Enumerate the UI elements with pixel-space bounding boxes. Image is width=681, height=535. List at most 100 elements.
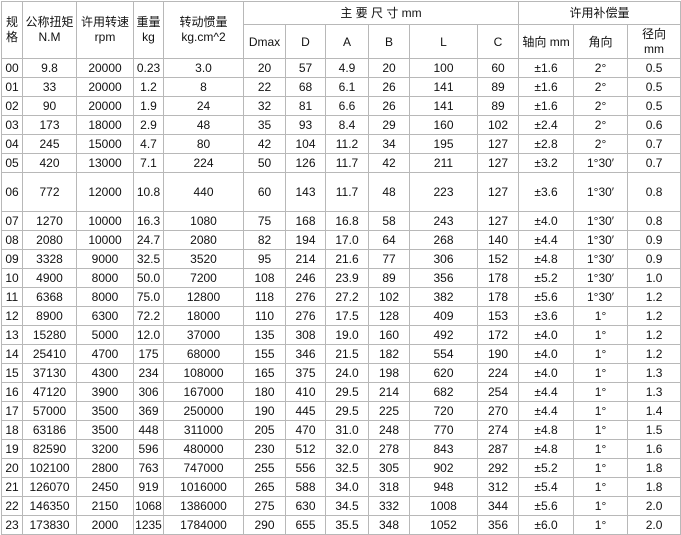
cell-dmax: 290 bbox=[243, 515, 286, 535]
cell-id: 08 bbox=[1, 230, 23, 250]
cell-speed: 4700 bbox=[76, 344, 134, 364]
cell-speed: 12000 bbox=[76, 172, 134, 212]
cell-dmax: 42 bbox=[243, 134, 286, 154]
cell-dmax: 118 bbox=[243, 287, 286, 307]
cell-axial: ±4.4 bbox=[518, 230, 575, 250]
cell-weight: 234 bbox=[133, 363, 164, 383]
cell-axial: ±4.8 bbox=[518, 249, 575, 269]
cell-axial: ±3.6 bbox=[518, 172, 575, 212]
cell-angular: 2° bbox=[573, 58, 629, 78]
col-header-axial: 轴向 mm bbox=[518, 24, 575, 59]
cell-dmax: 205 bbox=[243, 420, 286, 440]
table-row: 03 173 18000 2.9 48 35 93 8.4 29 160 102 ±2.4 2° 0.6 bbox=[1, 115, 681, 135]
cell-c: 270 bbox=[476, 401, 520, 421]
cell-radial: 0.7 bbox=[627, 153, 681, 173]
cell-angular: 1° bbox=[573, 439, 629, 459]
col-header-angular: 角向 bbox=[573, 24, 629, 59]
col-header-a: A bbox=[325, 24, 369, 59]
cell-radial: 0.5 bbox=[627, 96, 681, 116]
cell-b: 34 bbox=[368, 134, 410, 154]
cell-radial: 0.9 bbox=[627, 230, 681, 250]
table-row: 12 8900 6300 72.2 18000 110 276 17.5 128 409 153 ±3… bbox=[1, 306, 681, 326]
cell-c: 60 bbox=[476, 58, 520, 78]
cell-l: 620 bbox=[409, 363, 478, 383]
cell-d: 556 bbox=[285, 458, 326, 478]
cell-weight: 10.8 bbox=[133, 172, 164, 212]
cell-d: 143 bbox=[285, 172, 326, 212]
table-row: 19 82590 3200 596 480000 230 512 32.0 278 843 287 ±… bbox=[1, 439, 681, 459]
cell-l: 243 bbox=[409, 211, 478, 231]
cell-a: 32.5 bbox=[325, 458, 369, 478]
cell-axial: ±4.0 bbox=[518, 211, 575, 231]
cell-c: 190 bbox=[476, 344, 520, 364]
cell-l: 356 bbox=[409, 268, 478, 288]
table-row: 07 1270 10000 16.3 1080 75 168 16.8 58 243 127 ±4.0… bbox=[1, 211, 681, 231]
cell-l: 492 bbox=[409, 325, 478, 345]
cell-torque: 4900 bbox=[22, 268, 77, 288]
col-header-weight-line1: 重量 bbox=[136, 15, 161, 29]
cell-id: 00 bbox=[1, 58, 23, 78]
cell-torque: 9.8 bbox=[22, 58, 77, 78]
cell-d: 512 bbox=[285, 439, 326, 459]
cell-c: 292 bbox=[476, 458, 520, 478]
cell-radial: 2.0 bbox=[627, 515, 681, 535]
cell-axial: ±3.2 bbox=[518, 153, 575, 173]
cell-axial: ±1.6 bbox=[518, 58, 575, 78]
cell-angular: 1° bbox=[573, 401, 629, 421]
table-row: 15 37130 4300 234 108000 165 375 24.0 198 620 224 ±… bbox=[1, 363, 681, 383]
spec-table-body: 00 9.8 20000 0.23 3.0 20 57 4.9 20 100 60 ±1.6 2° 0.5… bbox=[1, 58, 681, 535]
cell-speed: 4300 bbox=[76, 363, 134, 383]
cell-speed: 3200 bbox=[76, 439, 134, 459]
cell-torque: 1270 bbox=[22, 211, 77, 231]
cell-dmax: 95 bbox=[243, 249, 286, 269]
cell-l: 223 bbox=[409, 172, 478, 212]
table-row: 13 15280 5000 12.0 37000 135 308 19.0 160 492 172 ±… bbox=[1, 325, 681, 345]
table-row: 09 3328 9000 32.5 3520 95 214 21.6 77 306 152 ±4.8 1… bbox=[1, 249, 681, 269]
cell-c: 153 bbox=[476, 306, 520, 326]
cell-torque: 173 bbox=[22, 115, 77, 135]
cell-d: 126 bbox=[285, 153, 326, 173]
cell-b: 332 bbox=[368, 496, 410, 516]
table-row: 08 2080 10000 24.7 2080 82 194 17.0 64 268 140 ±4.4… bbox=[1, 230, 681, 250]
cell-id: 02 bbox=[1, 96, 23, 116]
cell-inertia: 440 bbox=[163, 172, 244, 212]
col-header-d: D bbox=[285, 24, 326, 59]
cell-inertia: 12800 bbox=[163, 287, 244, 307]
cell-angular: 1°30′ bbox=[573, 249, 629, 269]
cell-axial: ±2.8 bbox=[518, 134, 575, 154]
cell-id: 05 bbox=[1, 153, 23, 173]
cell-dmax: 32 bbox=[243, 96, 286, 116]
cell-angular: 1°30′ bbox=[573, 172, 629, 212]
cell-l: 160 bbox=[409, 115, 478, 135]
cell-dmax: 255 bbox=[243, 458, 286, 478]
cell-radial: 1.2 bbox=[627, 344, 681, 364]
table-row: 23 173830 2000 1235 1784000 290 655 35.5 348 1052… bbox=[1, 515, 681, 535]
cell-b: 128 bbox=[368, 306, 410, 326]
cell-a: 19.0 bbox=[325, 325, 369, 345]
col-header-torque-line2: N.M bbox=[38, 30, 61, 44]
cell-weight: 369 bbox=[133, 401, 164, 421]
cell-b: 160 bbox=[368, 325, 410, 345]
cell-angular: 2° bbox=[573, 96, 629, 116]
cell-angular: 1° bbox=[573, 458, 629, 478]
cell-c: 344 bbox=[476, 496, 520, 516]
col-header-weight: 重量 kg bbox=[133, 1, 164, 59]
cell-weight: 72.2 bbox=[133, 306, 164, 326]
cell-a: 21.5 bbox=[325, 344, 369, 364]
cell-torque: 8900 bbox=[22, 306, 77, 326]
cell-l: 409 bbox=[409, 306, 478, 326]
cell-dmax: 110 bbox=[243, 306, 286, 326]
cell-b: 225 bbox=[368, 401, 410, 421]
cell-c: 127 bbox=[476, 153, 520, 173]
cell-weight: 12.0 bbox=[133, 325, 164, 345]
cell-dmax: 135 bbox=[243, 325, 286, 345]
cell-b: 182 bbox=[368, 344, 410, 364]
cell-b: 89 bbox=[368, 268, 410, 288]
cell-d: 630 bbox=[285, 496, 326, 516]
cell-d: 470 bbox=[285, 420, 326, 440]
cell-dmax: 75 bbox=[243, 211, 286, 231]
cell-axial: ±5.6 bbox=[518, 287, 575, 307]
cell-b: 278 bbox=[368, 439, 410, 459]
cell-angular: 1° bbox=[573, 363, 629, 383]
cell-inertia: 1784000 bbox=[163, 515, 244, 535]
